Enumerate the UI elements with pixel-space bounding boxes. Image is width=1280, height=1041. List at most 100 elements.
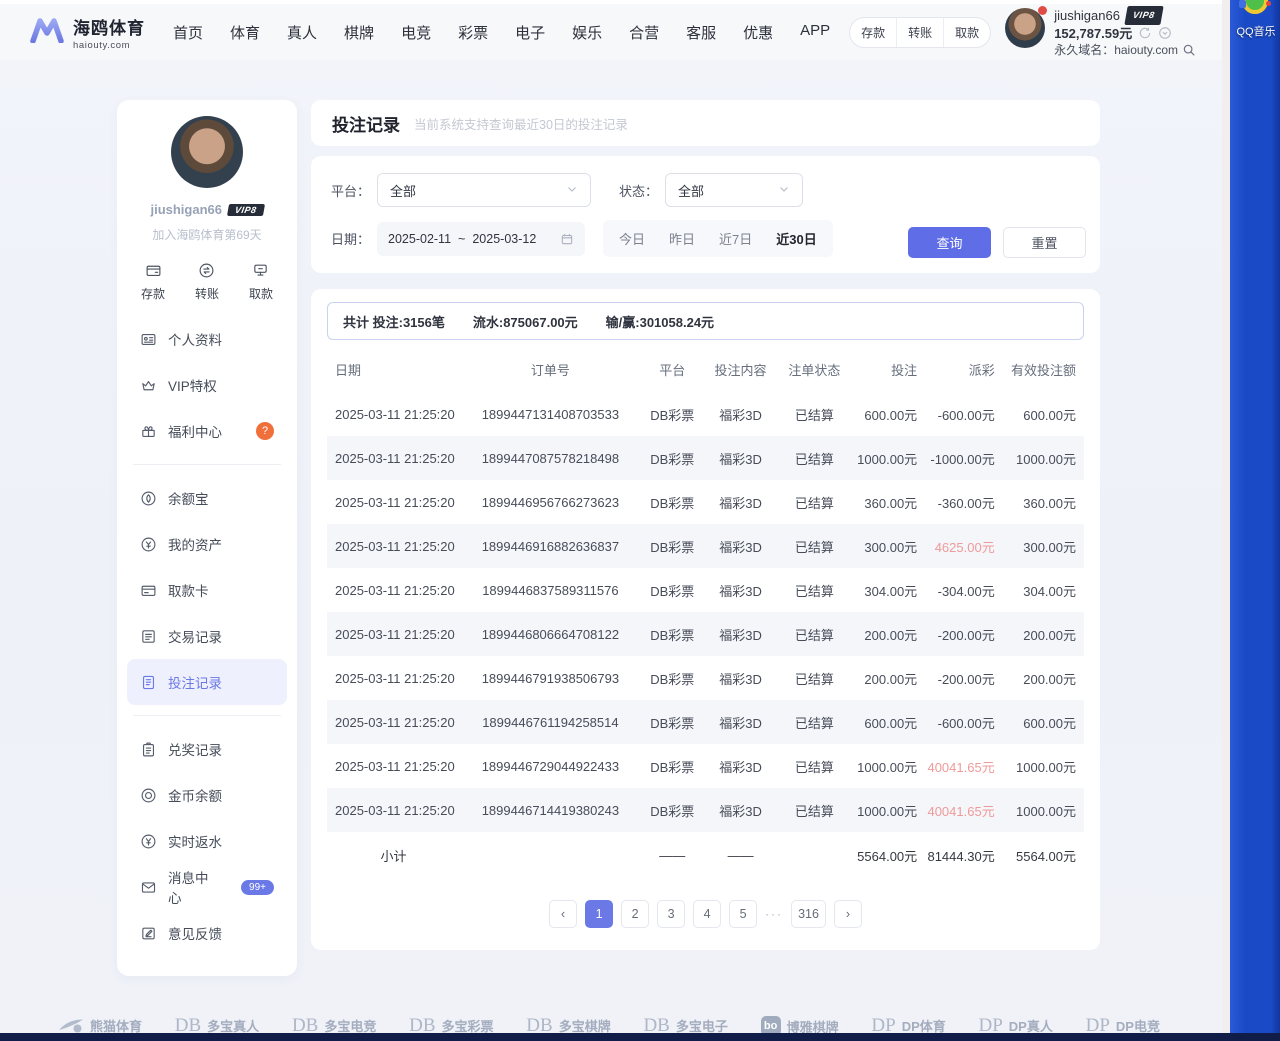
table-card: 共计 投注:3156笔流水:875067.00元输/赢:301058.24元 日…: [311, 289, 1100, 950]
pagination-page[interactable]: 4: [693, 900, 721, 928]
sidebar-item[interactable]: 消息中心99+: [127, 864, 287, 910]
cell: 40041.65元: [925, 788, 1003, 832]
calendar-icon: [560, 232, 574, 246]
pagination-page[interactable]: 2: [621, 900, 649, 928]
range-group: 今日昨日近7日近30日: [603, 220, 833, 257]
nav-item[interactable]: 娱乐: [572, 22, 602, 43]
subtotal-cell: ——: [641, 832, 704, 878]
cell: 1899447131408703533: [460, 392, 641, 436]
pagination-page[interactable]: 3: [657, 900, 685, 928]
date-range-picker[interactable]: 2025-02-11 ~ 2025-03-12: [377, 222, 585, 256]
table-row: 2025-03-11 21:25:201899446956766273623DB…: [327, 480, 1084, 524]
sidebar-item[interactable]: 余额宝: [127, 475, 287, 521]
cell: 福彩3D: [704, 656, 778, 700]
cell: 福彩3D: [704, 700, 778, 744]
sidebar-item[interactable]: 福利中心?: [127, 408, 287, 454]
status-value: 全部: [678, 181, 704, 200]
cell: 1000.00元: [1003, 788, 1084, 832]
sidebar-item[interactable]: 个人资料: [127, 316, 287, 362]
nav-item[interactable]: 优惠: [743, 22, 773, 43]
sidebar-item[interactable]: 我的资产: [127, 521, 287, 567]
wallet-action-button[interactable]: 存款: [850, 18, 896, 47]
pagination-page[interactable]: 316: [791, 900, 826, 928]
menu-divider: [133, 715, 281, 716]
nav-item[interactable]: 棋牌: [344, 22, 374, 43]
status-select[interactable]: 全部: [665, 173, 803, 207]
nav-item[interactable]: 彩票: [458, 22, 488, 43]
menu-divider: [133, 464, 281, 465]
reset-button[interactable]: 重置: [1003, 227, 1086, 258]
quick-action[interactable]: 转账: [195, 262, 219, 302]
pagination-page[interactable]: 1: [585, 900, 613, 928]
range-button[interactable]: 近7日: [707, 222, 764, 255]
table-row: 2025-03-11 21:25:201899446837589311576DB…: [327, 568, 1084, 612]
sidebar-item-label: 投注记录: [168, 672, 222, 692]
sidebar-item[interactable]: 意见反馈: [127, 910, 287, 956]
cell: 1899446916882636837: [460, 524, 641, 568]
range-button[interactable]: 昨日: [657, 222, 707, 255]
cell: 600.00元: [851, 392, 925, 436]
sidebar-item[interactable]: 取款卡: [127, 567, 287, 613]
site-logo[interactable]: 海鸥体育 haiouty.com: [30, 14, 145, 51]
cell: DB彩票: [641, 744, 704, 788]
sidebar-item-label: 意见反馈: [168, 923, 222, 943]
wallet-action-button[interactable]: 取款: [943, 18, 990, 47]
table-header-row: 日期订单号平台投注内容注单状态投注派彩有效投注额: [327, 346, 1084, 392]
sidebar-item-label: VIP特权: [168, 375, 217, 395]
sidebar-item[interactable]: 金币余额: [127, 772, 287, 818]
range-button[interactable]: 近30日: [764, 222, 828, 255]
nav-item[interactable]: APP: [800, 22, 830, 43]
app-window: 海鸥体育 haiouty.com 首页 体育 真人 棋牌 电竞 彩票 电子 娱乐 合营 客服 优惠 A…: [0, 0, 1222, 1041]
cell: 1899446956766273623: [460, 480, 641, 524]
pagination-prev[interactable]: ‹: [549, 900, 577, 928]
subtotal-cell: [460, 832, 641, 878]
cell: 1899446806664708122: [460, 612, 641, 656]
nav-item[interactable]: 首页: [173, 22, 203, 43]
qq-music-label: QQ音乐: [1236, 23, 1276, 39]
permanent-domain: 永久域名：haiouty.com: [1054, 42, 1178, 59]
platform-select[interactable]: 全部: [377, 173, 591, 207]
profile-name: jiushigan66: [150, 202, 222, 217]
sidebar-item-label: 实时返水: [168, 831, 222, 851]
quick-action[interactable]: 存款: [141, 262, 165, 302]
chevron-circle-icon[interactable]: [1158, 26, 1172, 40]
cell: 已结算: [777, 436, 851, 480]
search-icon[interactable]: [1182, 43, 1196, 57]
pagination-page[interactable]: 5: [729, 900, 757, 928]
sidebar-item[interactable]: VIP特权: [127, 362, 287, 408]
range-button[interactable]: 今日: [607, 222, 657, 255]
nav-item[interactable]: 合营: [629, 22, 659, 43]
query-button[interactable]: 查询: [908, 227, 991, 258]
sidebar-item[interactable]: 交易记录: [127, 613, 287, 659]
wallet-action-button[interactable]: 转账: [896, 18, 943, 47]
cell: 2025-03-11 21:25:20: [327, 700, 460, 744]
title-card: 投注记录 当前系统支持查询最近30日的投注记录: [311, 100, 1100, 146]
pagination-next[interactable]: ›: [834, 900, 862, 928]
rebate-icon: [140, 833, 157, 850]
avatar[interactable]: [1005, 8, 1045, 48]
sidebar-item[interactable]: 投注记录: [127, 659, 287, 705]
cell: 福彩3D: [704, 744, 778, 788]
refresh-balance-icon[interactable]: [1138, 26, 1152, 40]
sidebar-item-label: 交易记录: [168, 626, 222, 646]
cell: DB彩票: [641, 392, 704, 436]
qq-music-shortcut[interactable]: QQ音乐: [1236, 0, 1276, 39]
swoosh-icon: [58, 1018, 84, 1034]
nav-item[interactable]: 体育: [230, 22, 260, 43]
sidebar-item[interactable]: 兑奖记录: [127, 726, 287, 772]
yuebao-icon: [140, 490, 157, 507]
message-icon: [140, 879, 157, 896]
nav-item[interactable]: 真人: [287, 22, 317, 43]
cell: -360.00元: [925, 480, 1003, 524]
quick-action[interactable]: 取款: [249, 262, 273, 302]
summary-item: 共计 投注:3156笔: [343, 312, 445, 331]
page-scrollbar[interactable]: [1222, 0, 1230, 1041]
sidebar-item[interactable]: 实时返水: [127, 818, 287, 864]
cell: 300.00元: [1003, 524, 1084, 568]
nav-item[interactable]: 电子: [515, 22, 545, 43]
bet-records-table: 日期订单号平台投注内容注单状态投注派彩有效投注额 2025-03-11 21:2…: [327, 346, 1084, 878]
sidebar-item-label: 福利中心: [168, 421, 222, 441]
nav-item[interactable]: 客服: [686, 22, 716, 43]
nav-item[interactable]: 电竞: [401, 22, 431, 43]
sidebar-quick-actions: 存款转账取款: [117, 243, 297, 316]
